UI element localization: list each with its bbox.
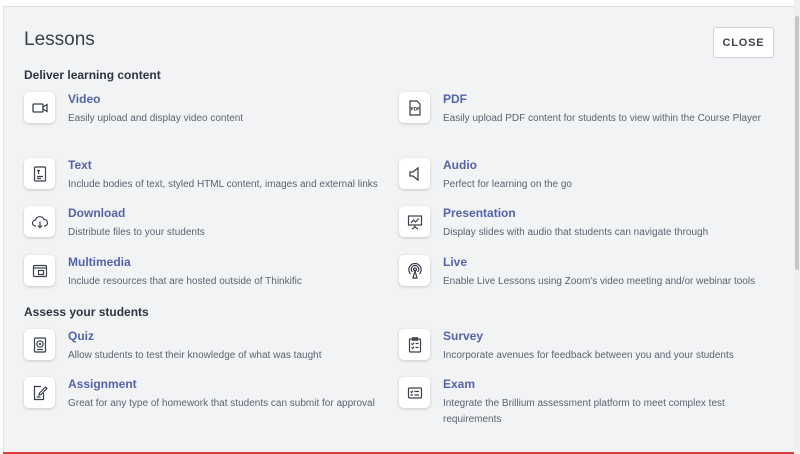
- lesson-type-exam[interactable]: Exam Integrate the Brillium assessment p…: [399, 377, 771, 429]
- multimedia-window-icon: [24, 255, 55, 286]
- lesson-type-title: Download: [68, 206, 126, 220]
- lesson-type-live[interactable]: Live Enable Live Lessons using Zoom's vi…: [399, 255, 771, 307]
- scrollbar[interactable]: [794, 0, 800, 454]
- lesson-type-description: Integrate the Brillium assessment platfo…: [443, 398, 725, 425]
- lesson-type-description: Include resources that are hosted outsid…: [68, 276, 302, 287]
- quiz-icon: [24, 329, 55, 360]
- lesson-type-description: Perfect for learning on the go: [443, 179, 572, 190]
- lesson-type-audio[interactable]: Audio Perfect for learning on the go: [399, 158, 771, 210]
- lesson-type-title: Text: [68, 158, 92, 172]
- lesson-type-title: Audio: [443, 158, 477, 172]
- section-title-assess: Assess your students: [24, 305, 149, 319]
- lessons-modal: Lessons CLOSE Deliver learning content V…: [3, 6, 794, 452]
- exam-checklist-icon: [399, 377, 430, 408]
- cloud-download-icon: [24, 206, 55, 237]
- svg-text:PDF: PDF: [410, 106, 420, 111]
- lesson-type-text[interactable]: Text Include bodies of text, styled HTML…: [24, 158, 396, 210]
- lesson-type-description: Easily upload PDF content for students t…: [443, 113, 761, 124]
- lesson-type-multimedia[interactable]: Multimedia Include resources that are ho…: [24, 255, 396, 307]
- lesson-type-description: Display slides with audio that students …: [443, 227, 709, 238]
- lesson-type-description: Great for any type of homework that stud…: [68, 398, 375, 409]
- lesson-type-title: Exam: [443, 377, 476, 391]
- section-title-deliver: Deliver learning content: [24, 68, 161, 82]
- lesson-type-description: Include bodies of text, styled HTML cont…: [68, 179, 378, 190]
- lesson-type-title: Quiz: [68, 329, 94, 343]
- lesson-type-title: Presentation: [443, 206, 516, 220]
- lesson-type-description: Allow students to test their knowledge o…: [68, 350, 322, 361]
- lesson-type-title: Multimedia: [68, 255, 131, 269]
- assignment-edit-icon: [24, 377, 55, 408]
- lesson-type-title: Video: [68, 92, 101, 106]
- lesson-type-title: Survey: [443, 329, 484, 343]
- lesson-type-title: Assignment: [68, 377, 137, 391]
- lesson-type-description: Easily upload and display video content: [68, 113, 244, 124]
- lesson-type-assignment[interactable]: Assignment Great for any type of homewor…: [24, 377, 396, 429]
- presentation-board-icon: [399, 206, 430, 237]
- lesson-type-description: Incorporate avenues for feedback between…: [443, 350, 734, 361]
- lesson-type-pdf[interactable]: PDF PDF Easily upload PDF content for st…: [399, 92, 771, 144]
- pdf-file-icon: PDF: [399, 92, 430, 123]
- lesson-type-description: Distribute files to your students: [68, 227, 205, 238]
- text-document-icon: [24, 158, 55, 189]
- clipboard-checklist-icon: [399, 329, 430, 360]
- lesson-type-video[interactable]: Video Easily upload and display video co…: [24, 92, 396, 144]
- broadcast-icon: [399, 255, 430, 286]
- page-title: Lessons: [24, 29, 95, 50]
- scrollbar-thumb[interactable]: [795, 16, 799, 270]
- lesson-type-quiz[interactable]: Quiz Allow students to test their knowle…: [24, 329, 396, 381]
- speaker-icon: [399, 158, 430, 189]
- video-camera-icon: [24, 92, 55, 123]
- lesson-type-title: PDF: [443, 92, 467, 106]
- lesson-type-survey[interactable]: Survey Incorporate avenues for feedback …: [399, 329, 771, 381]
- lesson-type-download[interactable]: Download Distribute files to your studen…: [24, 206, 396, 258]
- lesson-type-title: Live: [443, 255, 468, 269]
- close-button[interactable]: CLOSE: [713, 27, 774, 58]
- lesson-type-description: Enable Live Lessons using Zoom's video m…: [443, 276, 756, 287]
- lesson-type-presentation[interactable]: Presentation Display slides with audio t…: [399, 206, 771, 258]
